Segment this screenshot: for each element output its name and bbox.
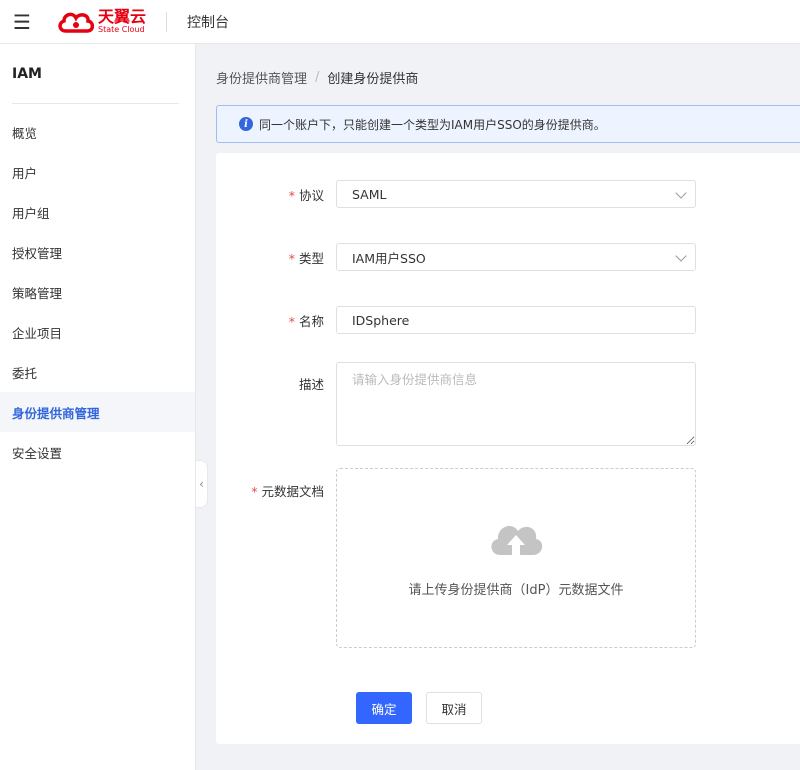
type-select[interactable]: IAM用户SSO: [336, 243, 696, 271]
logo[interactable]: 天翼云 State Cloud: [56, 9, 146, 35]
sidebar-divider: [12, 103, 179, 104]
chevron-down-icon: [675, 187, 687, 199]
name-input[interactable]: IDSphere: [336, 306, 696, 334]
sidebar-item-security-settings[interactable]: 安全设置: [0, 432, 195, 472]
type-label: * 类型: [288, 251, 324, 266]
breadcrumb-separator: /: [315, 70, 320, 85]
description-label: 描述: [298, 377, 324, 392]
info-banner-text: 同一个账户下，只能创建一个类型为IAM用户SSO的身份提供商。: [259, 117, 606, 132]
sidebar-title: IAM: [12, 66, 42, 82]
upload-hint-text: 请上传身份提供商（IdP）元数据文件: [408, 583, 624, 598]
sidebar-item-users[interactable]: 用户: [0, 152, 195, 192]
console-title[interactable]: 控制台: [187, 12, 229, 32]
protocol-value: SAML: [352, 186, 387, 202]
header-divider: [166, 11, 168, 32]
cancel-button[interactable]: 取消: [426, 692, 482, 724]
logo-en-text: State Cloud: [98, 25, 145, 34]
cloud-logo-icon: [58, 12, 95, 33]
logo-cn-text: 天翼云: [98, 7, 147, 26]
required-mark: *: [288, 314, 295, 329]
required-mark: *: [288, 251, 295, 266]
form-card: *协议 SAML *类型 IAM用户SSO *名称 IDSphere 描述 *元…: [216, 153, 800, 744]
breadcrumb: 身份提供商管理 / 创建身份提供商: [216, 68, 418, 87]
sidebar-item-delegation[interactable]: 委托: [0, 352, 195, 392]
protocol-select[interactable]: SAML: [336, 180, 696, 208]
sidebar-collapse-handle[interactable]: ‹: [196, 460, 208, 508]
chevron-left-icon: ‹: [199, 477, 204, 491]
type-value: IAM用户SSO: [352, 250, 426, 266]
required-mark: *: [288, 188, 295, 203]
description-textarea[interactable]: [336, 362, 696, 446]
sidebar-item-authorization[interactable]: 授权管理: [0, 232, 195, 272]
sidebar-item-enterprise-projects[interactable]: 企业项目: [0, 312, 195, 352]
hamburger-icon[interactable]: ☰: [0, 0, 44, 44]
name-value: IDSphere: [352, 312, 410, 328]
cloud-upload-icon: [491, 525, 543, 555]
chevron-down-icon: [675, 250, 687, 262]
sidebar: IAM 概览 用户 用户组 授权管理 策略管理 企业项目 委托 身份提供商管理 …: [0, 44, 196, 770]
metadata-upload-area[interactable]: 请上传身份提供商（IdP）元数据文件: [336, 468, 696, 648]
sidebar-item-identity-providers[interactable]: 身份提供商管理: [0, 392, 195, 432]
info-icon: i: [239, 117, 253, 131]
breadcrumb-parent[interactable]: 身份提供商管理: [216, 68, 307, 87]
confirm-button[interactable]: 确定: [356, 692, 412, 724]
top-bar: ☰ 天翼云 State Cloud 控制台: [0, 0, 800, 44]
name-label: * 名称: [288, 314, 324, 329]
sidebar-item-overview[interactable]: 概览: [0, 112, 195, 152]
sidebar-item-user-groups[interactable]: 用户组: [0, 192, 195, 232]
info-banner: i 同一个账户下，只能创建一个类型为IAM用户SSO的身份提供商。: [216, 105, 800, 143]
required-mark: *: [251, 484, 258, 499]
breadcrumb-current: 创建身份提供商: [327, 72, 419, 87]
protocol-label: * 协议: [288, 188, 324, 203]
sidebar-item-policies[interactable]: 策略管理: [0, 272, 195, 312]
metadata-label: * 元数据文档: [251, 484, 324, 499]
